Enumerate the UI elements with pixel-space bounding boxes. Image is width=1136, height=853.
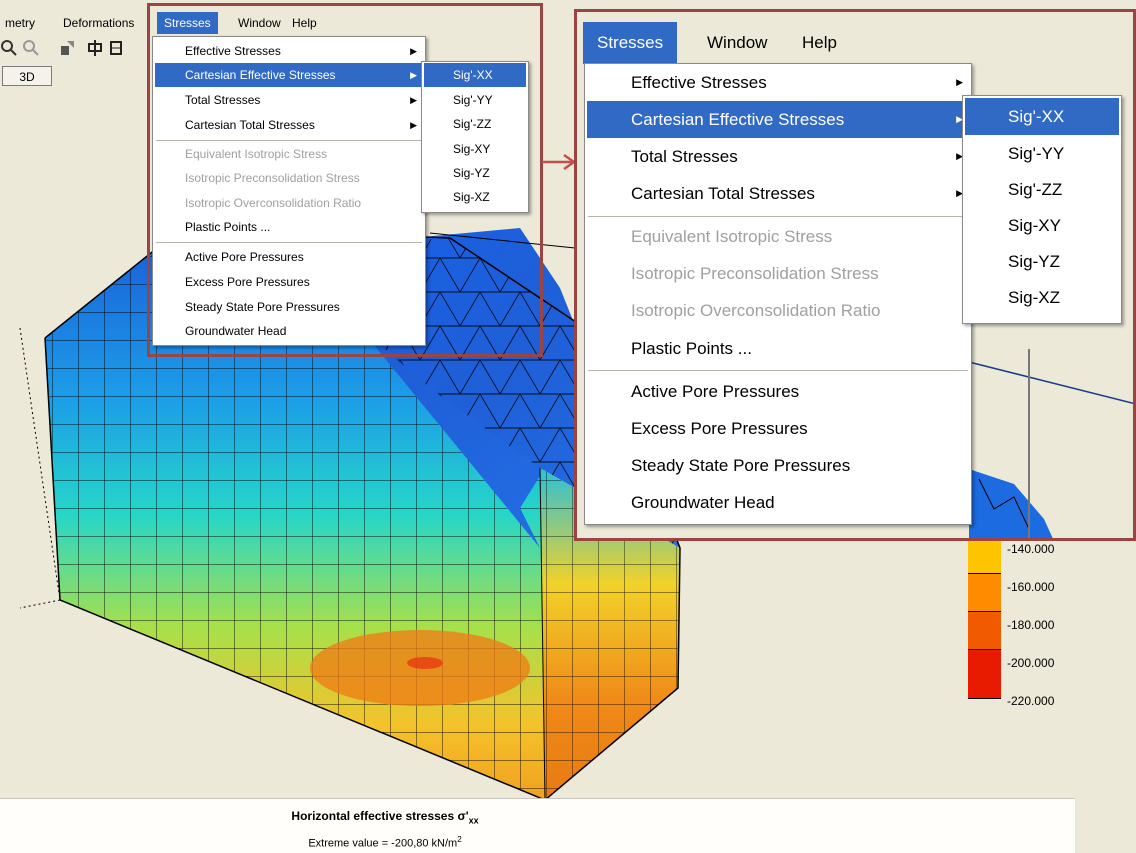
- legend-label: -220.000: [1007, 694, 1055, 708]
- menu-deformations[interactable]: Deformations: [56, 12, 141, 34]
- zoom-submenu-item-sig-yz[interactable]: Sig-YZ: [965, 243, 1119, 280]
- legend-swatch: [968, 649, 1001, 699]
- zoomed-menu-view: Stresses Window Help Effective Stresses ▶…: [574, 9, 1136, 541]
- zoom-submenu-item-sig-zz[interactable]: Sig'-ZZ: [965, 171, 1119, 208]
- zoom-menu-item-cartesian-total-stresses[interactable]: Cartesian Total Stresses ▶: [587, 175, 969, 212]
- menu-item-total-stresses[interactable]: Total Stresses ▶: [155, 88, 423, 112]
- menu-item-equivalent-isotropic-stress: Equivalent Isotropic Stress: [185, 147, 328, 161]
- table-icon[interactable]: [108, 39, 126, 57]
- menu-separator: [156, 140, 422, 141]
- legend-label: -180.000: [1007, 618, 1055, 632]
- menu-item-steady-state-pore-pressures[interactable]: Steady State Pore Pressures: [155, 295, 423, 319]
- zoom-menu-item-plastic-points[interactable]: Plastic Points ...: [587, 330, 969, 367]
- zoom-menu-item-total-stresses[interactable]: Total Stresses ▶: [587, 138, 969, 175]
- legend-swatch: [968, 573, 1001, 612]
- menu-item-isotropic-preconsolidation-stress: Isotropic Preconsolidation Stress: [185, 171, 360, 185]
- toolbar: [0, 36, 150, 62]
- submenu-item-sig-xz[interactable]: Sig-XZ: [424, 185, 526, 209]
- menu-geometry[interactable]: metry: [0, 12, 42, 34]
- zoom-menu-item-cartesian-effective-stresses[interactable]: Cartesian Effective Stresses ▶: [587, 101, 969, 138]
- zoom-out-icon[interactable]: [22, 39, 40, 57]
- menu-item-cartesian-total-stresses[interactable]: Cartesian Total Stresses ▶: [155, 113, 423, 137]
- zoom-menu-item-excess-pore-pressures[interactable]: Excess Pore Pressures: [587, 410, 969, 447]
- submenu-item-sig-xy[interactable]: Sig-XY: [424, 137, 526, 161]
- menu-separator: [588, 216, 968, 217]
- zoom-menu-window[interactable]: Window: [693, 22, 781, 64]
- zoom-menu-help[interactable]: Help: [788, 22, 851, 64]
- submenu-item-sig-zz[interactable]: Sig'-ZZ: [424, 112, 526, 136]
- legend-label: -160.000: [1007, 580, 1055, 594]
- menu-item-active-pore-pressures[interactable]: Active Pore Pressures: [155, 245, 423, 269]
- caption-title: Horizontal effective stresses σ'xx: [291, 809, 479, 826]
- menu-separator: [588, 370, 968, 371]
- submenu-item-sig-yy[interactable]: Sig'-YY: [424, 88, 526, 112]
- submenu-item-sig-yz[interactable]: Sig-YZ: [424, 161, 526, 185]
- view-3d-button[interactable]: 3D: [2, 66, 52, 86]
- zoom-submenu-item-sig-xz[interactable]: Sig-XZ: [965, 279, 1119, 316]
- zoom-submenu-item-sig-xy[interactable]: Sig-XY: [965, 207, 1119, 244]
- cartesian-effective-submenu: Sig'-XX Sig'-YY Sig'-ZZ Sig-XY Sig-YZ Si…: [421, 61, 529, 213]
- zoom-cartesian-effective-submenu: Sig'-XX Sig'-YY Sig'-ZZ Sig-XY Sig-YZ Si…: [962, 95, 1122, 324]
- zoom-menu-item-isotropic-preconsolidation-stress: Isotropic Preconsolidation Stress: [631, 264, 879, 283]
- menu-item-isotropic-overconsolidation-ratio: Isotropic Overconsolidation Ratio: [185, 196, 362, 210]
- menu-stresses[interactable]: Stresses: [157, 12, 218, 34]
- menu-item-groundwater-head[interactable]: Groundwater Head: [155, 319, 423, 343]
- zoom-menu-item-steady-state-pore-pressures[interactable]: Steady State Pore Pressures: [587, 447, 969, 484]
- menu-help[interactable]: Help: [285, 12, 324, 34]
- zoom-submenu-item-sig-yy[interactable]: Sig'-YY: [965, 135, 1119, 172]
- caption-extreme-value: Extreme value = -200,80 kN/m2: [308, 835, 462, 850]
- zoom-stresses-menu: Effective Stresses ▶ Cartesian Effective …: [584, 63, 972, 525]
- zoom-in-icon[interactable]: [0, 39, 18, 57]
- cross-section-icon[interactable]: [86, 39, 104, 57]
- plot-caption: Horizontal effective stresses σ'xx Extre…: [0, 798, 1075, 853]
- stresses-menu: Effective Stresses ▶ Cartesian Effective …: [152, 36, 426, 346]
- zoom-menu-item-groundwater-head[interactable]: Groundwater Head: [587, 484, 969, 521]
- zoom-menu-item-equivalent-isotropic-stress: Equivalent Isotropic Stress: [631, 227, 833, 246]
- legend-swatch: [968, 611, 1001, 650]
- menu-window[interactable]: Window: [231, 12, 288, 34]
- color-legend: -140.000 -160.000 -180.000 -200.000 -220…: [965, 535, 1075, 708]
- zoom-submenu-item-sig-xx[interactable]: Sig'-XX: [965, 98, 1119, 135]
- menu-item-plastic-points[interactable]: Plastic Points ...: [155, 215, 423, 239]
- menu-item-cartesian-effective-stresses[interactable]: Cartesian Effective Stresses ▶: [155, 63, 423, 87]
- zoom-menu-item-isotropic-overconsolidation-ratio: Isotropic Overconsolidation Ratio: [631, 301, 881, 320]
- submenu-item-sig-xx[interactable]: Sig'-XX: [424, 63, 526, 87]
- zoom-menu-item-active-pore-pressures[interactable]: Active Pore Pressures: [587, 373, 969, 410]
- menu-separator: [156, 242, 422, 243]
- zoom-menu-item-effective-stresses[interactable]: Effective Stresses ▶: [587, 64, 969, 101]
- menu-item-excess-pore-pressures[interactable]: Excess Pore Pressures: [155, 270, 423, 294]
- menu-item-effective-stresses[interactable]: Effective Stresses ▶: [155, 39, 423, 63]
- legend-label: -200.000: [1007, 656, 1055, 670]
- zoom-menu-stresses[interactable]: Stresses: [583, 22, 678, 64]
- legend-label: -140.000: [1007, 542, 1055, 556]
- select-icon[interactable]: [58, 39, 76, 57]
